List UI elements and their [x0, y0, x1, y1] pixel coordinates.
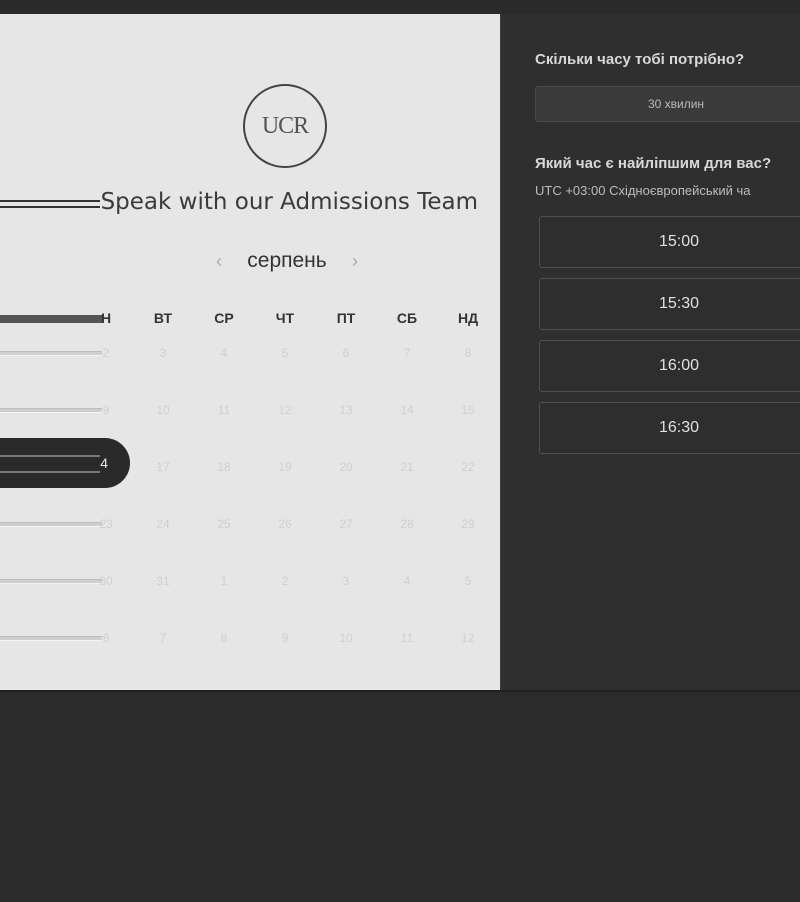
- calendar-day[interactable]: 17: [148, 460, 178, 474]
- row-strike-bar: [0, 351, 102, 356]
- calendar-day[interactable]: 18: [209, 460, 239, 474]
- logo-text: UCR: [261, 112, 309, 139]
- selected-day[interactable]: 4: [0, 438, 130, 488]
- calendar-day[interactable]: 7: [148, 631, 178, 645]
- calendar-day[interactable]: 22: [453, 460, 483, 474]
- calendar-day[interactable]: 6: [331, 346, 361, 360]
- calendar-day[interactable]: 21: [392, 460, 422, 474]
- weekday-thu: ЧТ: [275, 310, 295, 326]
- week-row: 23 24 25 26 27 28 29: [0, 509, 500, 539]
- page-title: Speak with our Admissions Team: [100, 189, 478, 215]
- calendar-day[interactable]: 4: [392, 574, 422, 588]
- calendar-day[interactable]: 27: [331, 517, 361, 531]
- prev-month-chevron-icon[interactable]: ‹: [212, 251, 226, 272]
- calendar-day[interactable]: 15: [453, 403, 483, 417]
- calendar-day[interactable]: 30: [91, 574, 121, 588]
- calendar-day[interactable]: 11: [209, 403, 239, 417]
- duration-select[interactable]: 30 хвилин: [535, 86, 800, 122]
- week-row: 9 10 11 12 13 14 15: [0, 395, 500, 425]
- calendar-day[interactable]: 10: [148, 403, 178, 417]
- week-row: 30 31 1 2 3 4 5: [0, 566, 500, 596]
- row-strike-bar: [0, 408, 102, 413]
- calendar-day[interactable]: 6: [91, 631, 121, 645]
- calendar-day[interactable]: 8: [453, 346, 483, 360]
- booking-calendar-panel: UCR Speak with our Admissions Team ‹ сер…: [0, 14, 500, 690]
- calendar-day[interactable]: 29: [453, 517, 483, 531]
- calendar-day[interactable]: 4: [209, 346, 239, 360]
- time-slot-button[interactable]: 15:30: [539, 278, 800, 330]
- calendar-day[interactable]: 2: [270, 574, 300, 588]
- weekday-mon: Н: [100, 310, 112, 326]
- calendar-day[interactable]: 28: [392, 517, 422, 531]
- calendar-day[interactable]: 26: [270, 517, 300, 531]
- weekday-tue: ВТ: [153, 310, 173, 326]
- calendar-day[interactable]: 1: [209, 574, 239, 588]
- calendar-day[interactable]: 7: [392, 346, 422, 360]
- weekday-fri: ПТ: [336, 310, 356, 326]
- ucr-logo: UCR: [243, 84, 327, 168]
- calendar-day[interactable]: 2: [91, 346, 121, 360]
- page-background: [0, 690, 800, 902]
- month-navigation: ‹ серпень ›: [212, 246, 362, 276]
- selected-day-number: 4: [100, 455, 108, 471]
- calendar-day[interactable]: 9: [270, 631, 300, 645]
- row-strike-bar: [0, 522, 102, 527]
- row-strike-bar: [0, 579, 102, 584]
- selected-day-strike-lines: [0, 455, 100, 473]
- calendar-day[interactable]: 3: [331, 574, 361, 588]
- weekday-header-row: Н ВТ СР ЧТ ПТ СБ НД: [0, 304, 500, 334]
- calendar-day[interactable]: 31: [148, 574, 178, 588]
- week-row: 6 7 8 9 10 11 12: [0, 623, 500, 653]
- time-selection-panel: Скільки часу тобі потрібно? 30 хвилин Як…: [500, 14, 800, 690]
- top-bar: [0, 0, 800, 15]
- calendar-day[interactable]: 5: [453, 574, 483, 588]
- time-question: Який час є найліпшим для вас?: [535, 155, 772, 172]
- calendar-day[interactable]: 9: [91, 403, 121, 417]
- weekday-sun: НД: [457, 310, 479, 326]
- calendar-day[interactable]: 25: [209, 517, 239, 531]
- calendar-day[interactable]: 12: [453, 631, 483, 645]
- calendar-day[interactable]: 14: [392, 403, 422, 417]
- time-slot-button[interactable]: 16:00: [539, 340, 800, 392]
- calendar-day[interactable]: 19: [270, 460, 300, 474]
- week-row: 2 3 4 5 6 7 8: [0, 338, 500, 368]
- time-slot-button[interactable]: 16:30: [539, 402, 800, 454]
- timezone-label[interactable]: UTC +03:00 Східноєвропейський ча: [535, 183, 750, 198]
- calendar-day[interactable]: 12: [270, 403, 300, 417]
- row-strike-bar: [0, 636, 102, 641]
- calendar-day[interactable]: 8: [209, 631, 239, 645]
- duration-question: Скільки часу тобі потрібно?: [535, 51, 745, 68]
- calendar-day[interactable]: 11: [392, 631, 422, 645]
- week-row: 4 17 18 19 20 21 22: [0, 438, 500, 488]
- time-slot-button[interactable]: 15:00: [539, 216, 800, 268]
- calendar-day[interactable]: 5: [270, 346, 300, 360]
- calendar-day[interactable]: 20: [331, 460, 361, 474]
- month-label: серпень: [247, 249, 327, 272]
- calendar-day[interactable]: 23: [91, 517, 121, 531]
- calendar-day[interactable]: 3: [148, 346, 178, 360]
- weekday-sat: СБ: [396, 310, 418, 326]
- calendar-day[interactable]: 13: [331, 403, 361, 417]
- calendar-day[interactable]: 10: [331, 631, 361, 645]
- next-month-chevron-icon[interactable]: ›: [348, 251, 362, 272]
- calendar-day[interactable]: 24: [148, 517, 178, 531]
- weekday-wed: СР: [214, 310, 234, 326]
